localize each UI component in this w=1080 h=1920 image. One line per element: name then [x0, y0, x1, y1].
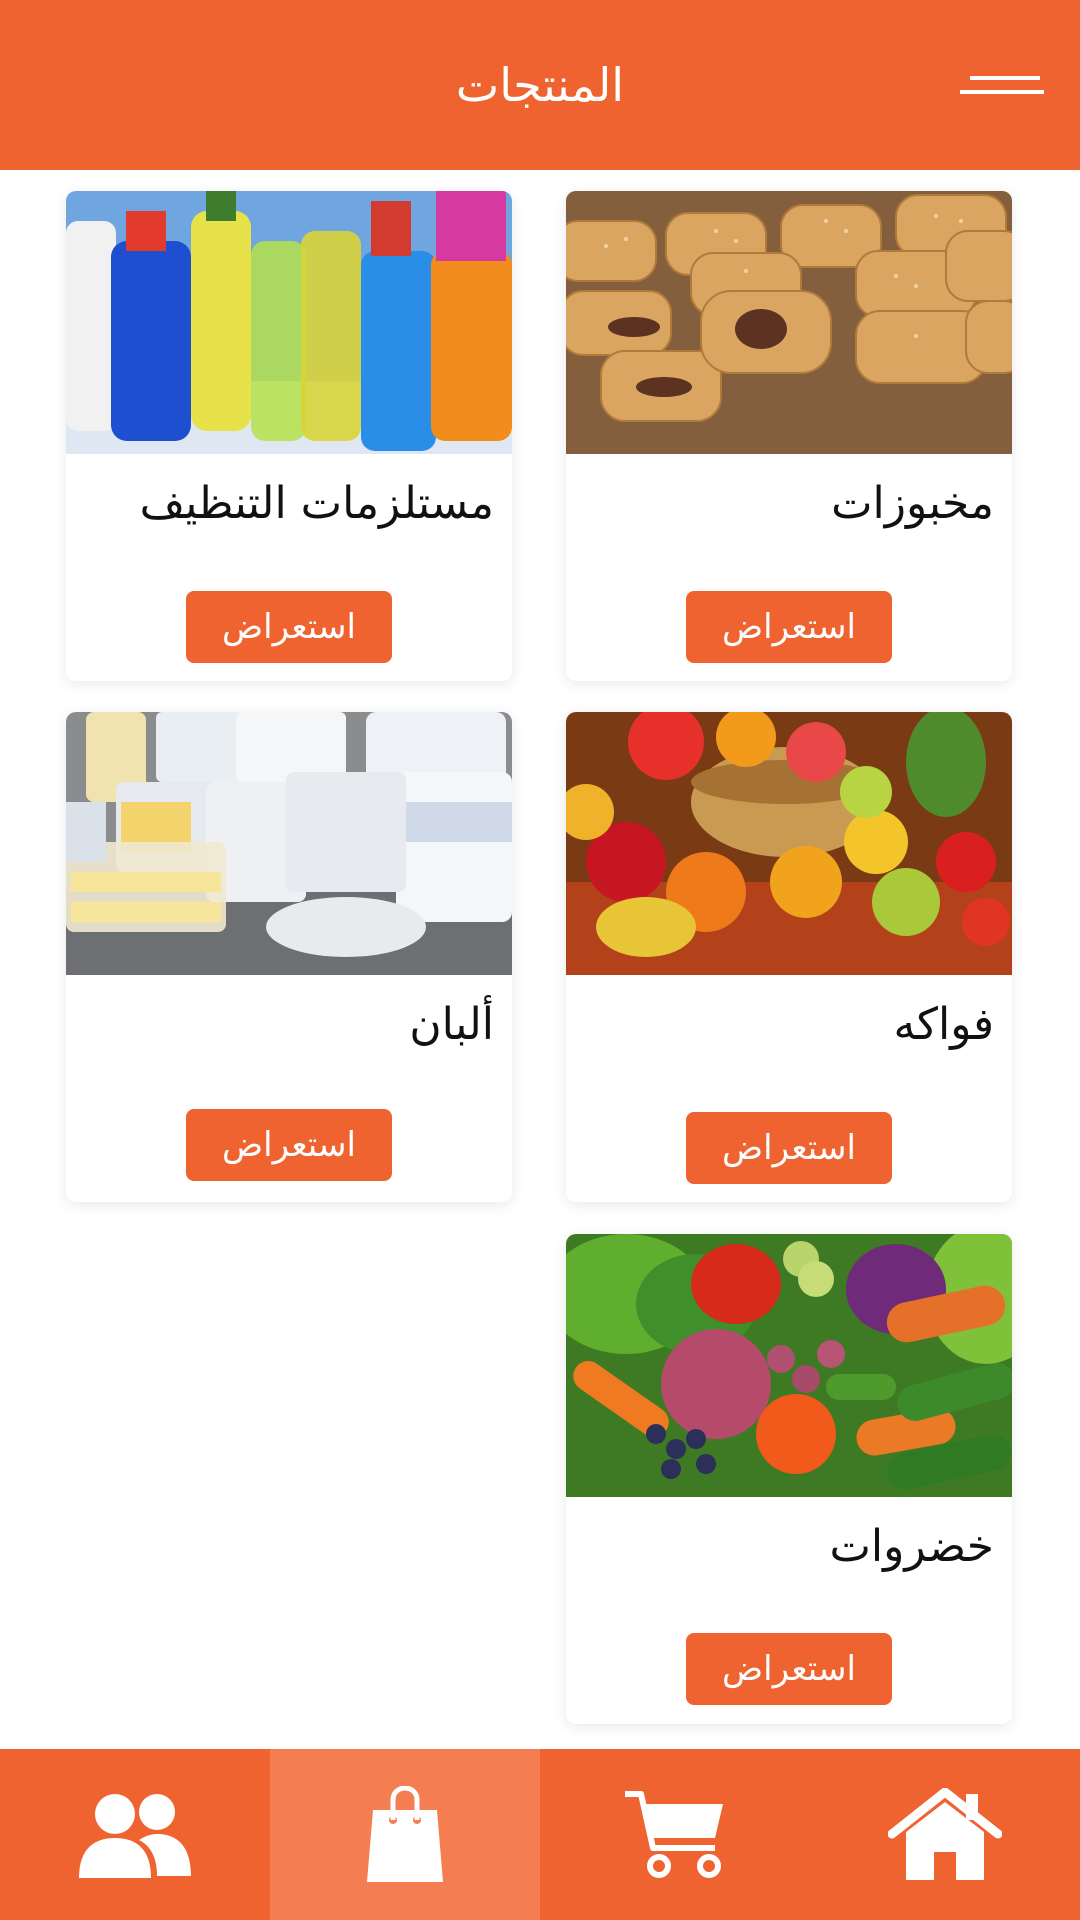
view-button[interactable]: استعراض	[686, 591, 892, 663]
view-button[interactable]: استعراض	[686, 1112, 892, 1184]
view-button[interactable]: استعراض	[186, 591, 392, 663]
product-card-cleaning-supplies[interactable]: مستلزمات التنظيف استعراض	[66, 191, 512, 681]
cart-icon	[625, 1790, 723, 1878]
product-name: فواكه	[893, 998, 994, 1050]
nav-products[interactable]	[270, 1749, 540, 1920]
nav-home[interactable]	[810, 1749, 1080, 1920]
dairy-image	[66, 712, 512, 975]
fruits-image	[566, 712, 1012, 975]
baked-goods-image	[566, 191, 1012, 454]
view-button[interactable]: استعراض	[686, 1633, 892, 1705]
nav-users[interactable]	[0, 1749, 270, 1920]
product-name: مستلزمات التنظيف	[139, 477, 494, 529]
product-name: خضروات	[829, 1520, 994, 1572]
product-card-dairy[interactable]: ألبان استعراض	[66, 712, 512, 1202]
shopping-bag-icon	[367, 1785, 443, 1882]
product-card-vegetables[interactable]: خضروات استعراض	[566, 1234, 1012, 1724]
product-card-baked-goods[interactable]: مخبوزات استعراض	[566, 191, 1012, 681]
vegetables-image	[566, 1234, 1012, 1497]
bottom-navigation	[0, 1749, 1080, 1920]
view-button[interactable]: استعراض	[186, 1109, 392, 1181]
product-card-fruits[interactable]: فواكه استعراض	[566, 712, 1012, 1202]
cleaning-supplies-image	[66, 191, 512, 454]
users-icon	[79, 1793, 191, 1878]
product-name: ألبان	[409, 998, 494, 1050]
hamburger-menu-icon	[960, 76, 1044, 94]
nav-cart[interactable]	[540, 1749, 810, 1920]
menu-button[interactable]	[960, 62, 1046, 108]
product-name: مخبوزات	[831, 477, 994, 529]
page-title: المنتجات	[455, 58, 625, 112]
home-icon	[888, 1787, 1002, 1880]
